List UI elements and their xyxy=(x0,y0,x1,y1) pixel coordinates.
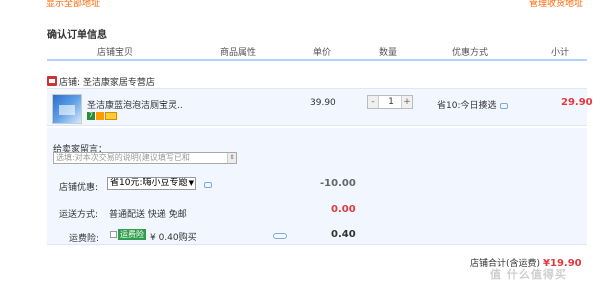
promo-info-icon[interactable] xyxy=(204,182,212,188)
discount-text: 省10:今日揍选 xyxy=(437,101,497,111)
show-all-addresses-link[interactable]: 显示全部地址 xyxy=(46,0,100,9)
service-badges: 7 xyxy=(87,112,118,122)
product-title-link[interactable]: 圣洁康蓝泡泡洁厕宝灵.. xyxy=(87,98,183,111)
unit-price: 39.90 xyxy=(310,98,336,108)
quantity-decrease-button[interactable]: - xyxy=(368,96,379,108)
shop-promo-label: 店铺优惠: xyxy=(59,183,99,193)
manage-addresses-link[interactable]: 管理收货地址 xyxy=(529,0,583,9)
discount-info: 省10:今日揍选 xyxy=(437,98,508,111)
top-links: 显示全部地址 管理收货地址 xyxy=(0,0,600,9)
quantity-input[interactable]: 1 xyxy=(380,96,402,108)
scroll-arrows-icon[interactable]: ⇕ xyxy=(227,153,236,163)
insurance-tag: 运费险 xyxy=(118,229,146,240)
shop-name-link[interactable]: 圣洁康家居专营店 xyxy=(83,78,155,88)
shop-promo-selected: 省10元:嗨小豆专题 xyxy=(110,178,188,188)
header-unit-price: 单价 xyxy=(313,48,332,58)
section-title: 确认订单信息 xyxy=(47,30,107,41)
dropdown-caret-icon: ▼ xyxy=(188,179,194,187)
order-options: 给卖家留言： 选填:对本次交易的说明(建议填写已和 ⇕ 店铺优惠: 省10元:嗨… xyxy=(47,128,587,245)
quantity-increase-button[interactable]: + xyxy=(401,96,412,108)
insurance-checkbox[interactable] xyxy=(110,231,117,238)
product-thumbnail[interactable] xyxy=(52,94,82,124)
credit-card-icon xyxy=(105,112,117,120)
insurance-label: 运费险: xyxy=(69,234,100,244)
info-chat-icon[interactable] xyxy=(499,102,508,109)
seven-day-return-icon: 7 xyxy=(87,112,95,120)
header-subtotal: 小计 xyxy=(551,48,570,58)
quantity-stepper: - 1 + xyxy=(367,95,413,109)
seller-message-input[interactable]: 选填:对本次交易的说明(建议填写已和 ⇕ xyxy=(53,152,237,164)
insurance-price: ¥ 0.40购买 xyxy=(150,233,197,243)
seller-message-placeholder: 选填:对本次交易的说明(建议填写已和 xyxy=(56,153,190,162)
item-subtotal: 29.90 xyxy=(561,97,593,108)
shipping-method: 普通配送 快递 免邮 xyxy=(109,210,187,220)
header-attributes: 商品属性 xyxy=(220,48,257,58)
insurance-info-icon[interactable] xyxy=(273,233,287,239)
shipping-label: 运送方式: xyxy=(59,210,99,220)
table-header: 店铺宝贝 商品属性 单价 数量 优惠方式 小计 xyxy=(47,41,587,61)
service-badge-icon xyxy=(96,112,104,120)
shop-icon xyxy=(47,76,57,86)
promo-amount: -10.00 xyxy=(320,178,356,189)
order-item-row: 圣洁康蓝泡泡洁厕宝灵.. 7 39.90 - 1 + 省10:今日揍选 29.9… xyxy=(47,88,593,126)
shop-label: 店铺: xyxy=(59,78,81,88)
header-discount: 优惠方式 xyxy=(452,48,489,58)
insurance-amount: 0.40 xyxy=(331,229,356,240)
watermark: 值 什么值得买 xyxy=(490,268,567,281)
shop-promo-select[interactable]: 省10元:嗨小豆专题 ▼ xyxy=(107,177,196,190)
shipping-amount: 0.00 xyxy=(331,204,356,215)
header-quantity: 数量 xyxy=(379,48,398,58)
header-item: 店铺宝贝 xyxy=(97,48,134,58)
